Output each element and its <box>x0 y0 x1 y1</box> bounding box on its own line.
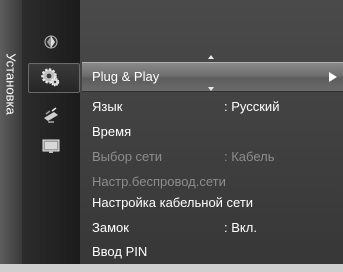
menu-item-wireless-setup: Настр.беспровод.сети <box>92 174 342 194</box>
menu-item-label: Настр.беспровод.сети <box>92 174 226 189</box>
setup-menu-panel: Установка Plug & Play Язык: Русский Вре… <box>0 0 343 264</box>
menu-item-label: Настройка кабельной сети <box>92 195 254 210</box>
scroll-down-arrow-icon <box>208 87 214 91</box>
menu-item-pin-entry[interactable]: Ввод PIN <box>92 244 342 264</box>
picture-icon[interactable] <box>42 32 60 50</box>
category-tab: Установка <box>0 0 22 264</box>
menu-item-network-select: Выбор сети : Кабель <box>92 149 342 169</box>
menu-item-language[interactable]: Язык : Русский <box>92 99 342 119</box>
setup-gear-icon[interactable] <box>40 67 60 87</box>
menu-item-label: Замок <box>92 220 129 235</box>
menu-item-label: Язык <box>92 99 123 114</box>
category-tab-label: Установка <box>3 53 19 115</box>
menu-item-value: : Русский <box>224 99 280 114</box>
menu-item-value: : Кабель <box>224 149 275 164</box>
antenna-icon[interactable] <box>42 106 60 124</box>
menu-item-lock[interactable]: Замок : Вкл. <box>92 220 342 240</box>
category-icon-column <box>22 0 80 264</box>
menu-item-value: : Вкл. <box>224 220 257 235</box>
play-arrow-icon <box>329 72 337 82</box>
menu-item-label: Выбор сети <box>92 149 163 164</box>
tv-osd-screen: Установка Plug & Play Язык: Русский Вре… <box>0 0 343 272</box>
menu-item-label: Ввод PIN <box>92 244 148 259</box>
menu-item-cable-network-setup[interactable]: Настройка кабельной сети <box>92 195 342 215</box>
scroll-up-arrow-icon <box>208 55 214 59</box>
menu-item-time[interactable]: Время <box>92 124 342 144</box>
menu-item-label: Plug & Play <box>92 69 160 84</box>
input-icon[interactable] <box>42 137 60 155</box>
menu-item-label: Время <box>92 124 132 139</box>
settings-list: Plug & Play Язык : Русский Время Выбор с… <box>80 0 343 264</box>
